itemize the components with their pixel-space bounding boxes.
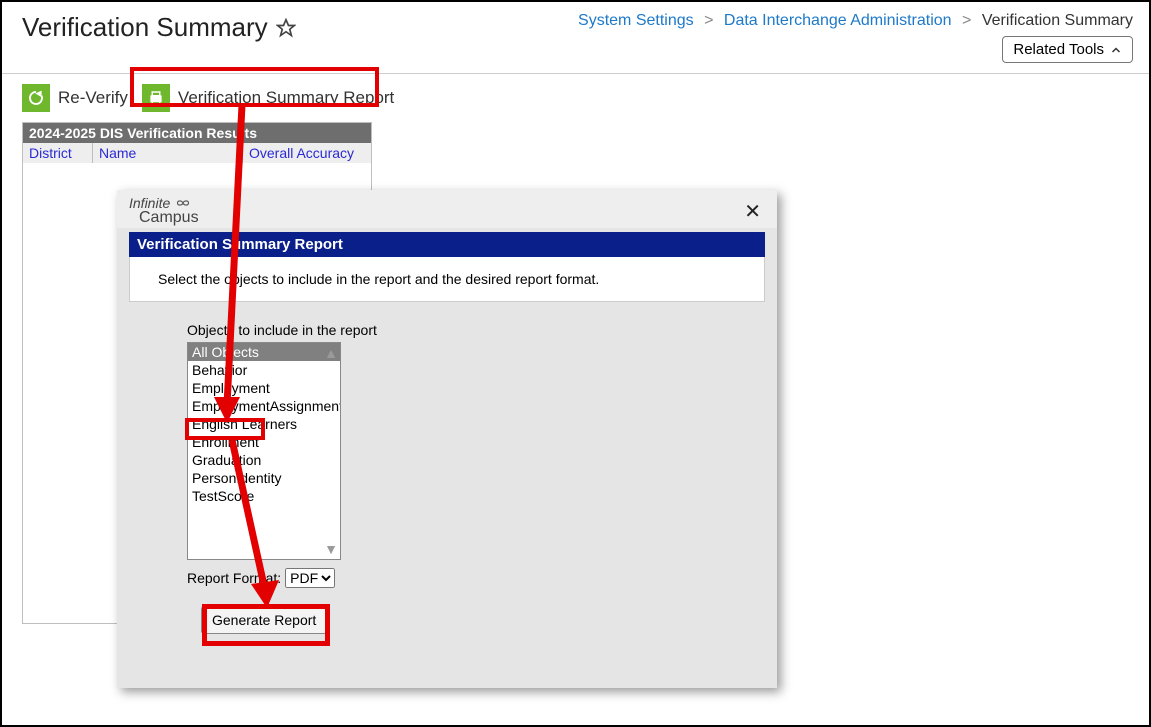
infinity-icon [172, 197, 194, 209]
breadcrumb: System Settings > Data Interchange Admin… [578, 12, 1133, 30]
scroll-down-icon[interactable]: ▼ [324, 541, 338, 557]
object-option-graduation[interactable]: Graduation [188, 451, 340, 469]
object-option-employmentassignment[interactable]: EmploymentAssignment [188, 397, 340, 415]
reverify-label: Re-Verify [58, 88, 128, 108]
report-modal: Infinite Campus ✕ Verification Summary R… [117, 190, 777, 688]
breadcrumb-data-interchange[interactable]: Data Interchange Administration [724, 12, 952, 29]
breadcrumb-sep: > [956, 12, 977, 29]
logo-bottom-text: Campus [129, 210, 199, 226]
verification-report-button[interactable]: Verification Summary Report [142, 84, 394, 112]
results-title: 2024-2025 DIS Verification Results [23, 123, 371, 143]
object-option-behavior[interactable]: Behavior [188, 361, 340, 379]
breadcrumb-sep: > [698, 12, 719, 29]
reverify-button[interactable]: Re-Verify [22, 84, 128, 112]
star-icon[interactable] [276, 18, 296, 38]
related-tools-label: Related Tools [1013, 41, 1104, 58]
modal-title: Verification Summary Report [129, 232, 765, 257]
chevron-up-icon [1110, 44, 1122, 56]
related-tools-button[interactable]: Related Tools [1002, 36, 1133, 63]
infinite-campus-logo: Infinite Campus [129, 196, 199, 226]
col-accuracy-header[interactable]: Overall Accuracy [249, 145, 354, 161]
close-icon[interactable]: ✕ [740, 197, 765, 226]
format-label: Report Format: [187, 570, 281, 586]
object-option-enrollment[interactable]: Enrollment [188, 433, 340, 451]
object-option-all-objects[interactable]: All Objects [188, 343, 340, 361]
refresh-icon [22, 84, 50, 112]
object-option-testscore[interactable]: TestScore [188, 487, 340, 505]
print-icon [142, 84, 170, 112]
verification-report-label: Verification Summary Report [178, 88, 394, 108]
generate-report-button[interactable]: Generate Report [201, 606, 327, 634]
breadcrumb-current: Verification Summary [982, 12, 1133, 29]
col-district-header[interactable]: District [29, 145, 72, 161]
object-option-personidentity[interactable]: PersonIdentity [188, 469, 340, 487]
objects-listbox[interactable]: ▲ ▼ All ObjectsBehaviorEmploymentEmploym… [187, 342, 341, 560]
breadcrumb-system-settings[interactable]: System Settings [578, 12, 694, 29]
object-option-employment[interactable]: Employment [188, 379, 340, 397]
page-title: Verification Summary [22, 12, 268, 43]
objects-label: Objects to include in the report [187, 322, 765, 338]
format-select[interactable]: PDF [285, 568, 335, 588]
logo-top-text: Infinite [129, 196, 170, 210]
col-name-header[interactable]: Name [99, 145, 136, 161]
modal-description: Select the objects to include in the rep… [129, 257, 765, 302]
object-option-english-learners[interactable]: English Learners [188, 415, 340, 433]
scroll-up-icon[interactable]: ▲ [324, 345, 338, 361]
